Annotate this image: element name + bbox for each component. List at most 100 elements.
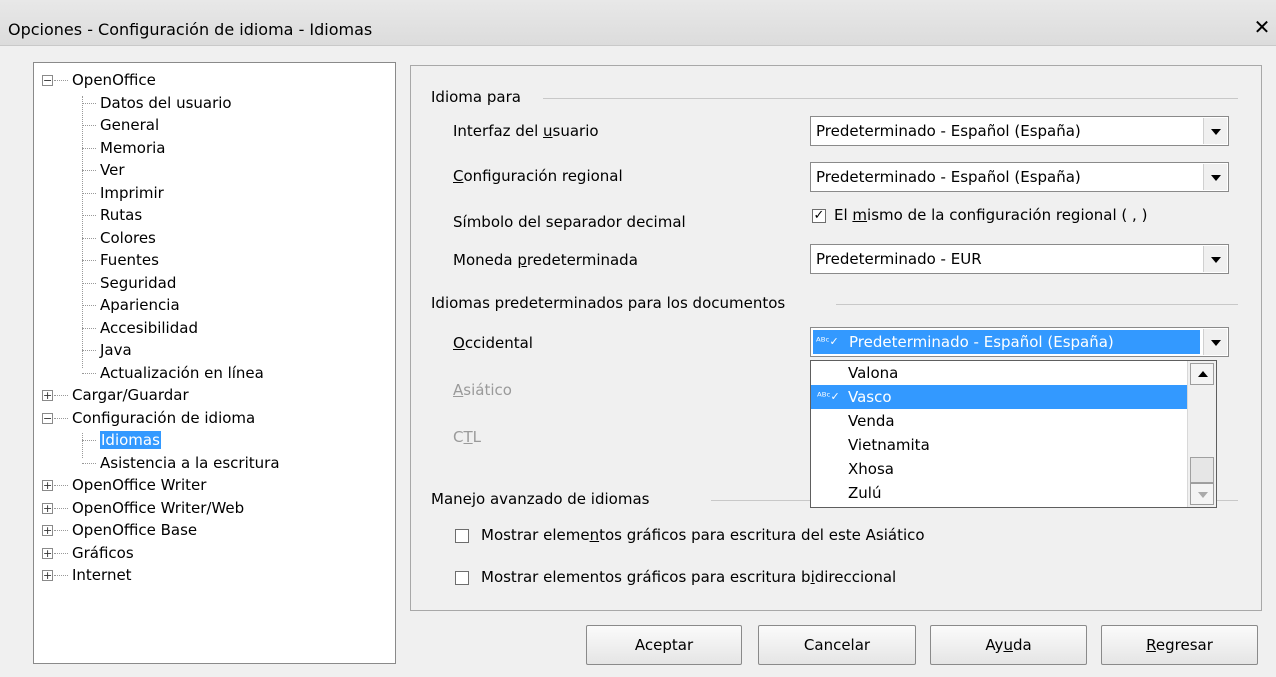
chevron-down-icon[interactable] [1203, 246, 1227, 272]
tree-item[interactable]: Idiomas [100, 429, 161, 451]
ui-language-select[interactable]: Predeterminado - Español (España) [810, 116, 1229, 146]
tree-item[interactable]: Apariencia [100, 294, 180, 316]
tree-item[interactable]: Java [100, 339, 132, 361]
spellcheck-icon: ᴬᴮᶜ✓ [817, 390, 840, 403]
tree-item[interactable]: Asistencia a la escritura [100, 452, 280, 474]
tree-item-label: Datos del usuario [100, 93, 232, 112]
ok-button[interactable]: Aceptar [586, 625, 742, 665]
dropdown-scrollbar[interactable] [1187, 361, 1216, 507]
decimal-same-as-locale-checkbox[interactable]: ✓ [812, 209, 826, 223]
tree-item-label: Idiomas [100, 431, 161, 449]
tree-item-label: Actualización en línea [100, 363, 264, 382]
dropdown-option[interactable]: ᴬᴮᶜ✓ Vasco [811, 385, 1188, 409]
dropdown-option[interactable]: Valona [811, 361, 1188, 385]
tree-item[interactable]: OpenOffice Writer [72, 474, 206, 496]
scroll-thumb[interactable] [1190, 457, 1214, 483]
expand-icon[interactable]: + [42, 480, 53, 491]
western-language-dropdown-list[interactable]: Zulú Xhosa Vietnamita Venda ᴬᴮᶜ✓ Vasco Valona [810, 360, 1217, 508]
expand-icon[interactable]: + [42, 390, 53, 401]
dropdown-option-label: Venda [848, 412, 895, 430]
asian-graphics-checkbox[interactable] [455, 529, 469, 543]
tree-connector [54, 575, 68, 576]
close-button[interactable]: ✕ [1252, 16, 1272, 38]
tree-item-label: Asistencia a la escritura [100, 453, 280, 472]
western-language-select[interactable]: ᴬᴮᶜ✓ Predeterminado - Español (España) [810, 327, 1229, 357]
chevron-down-icon[interactable] [1203, 164, 1227, 190]
chevron-down-icon[interactable] [1203, 118, 1227, 144]
locale-label: Configuración regional [453, 167, 623, 185]
tree-item-label: Colores [100, 228, 156, 247]
scroll-down-button[interactable] [1190, 483, 1214, 505]
tree-item[interactable]: Cargar/Guardar [72, 384, 189, 406]
tree-connector [82, 327, 96, 329]
tree-connector [82, 433, 83, 458]
options-tree: OpenOffice − Datos del usuario General Memor… [33, 62, 396, 664]
tree-item-label: Seguridad [100, 273, 177, 292]
tree-connector [82, 282, 96, 284]
expand-icon[interactable]: + [42, 547, 53, 559]
collapse-icon[interactable]: − [42, 75, 53, 86]
group-divider [836, 304, 1238, 305]
decimal-same-as-locale-label[interactable]: El mismo de la configuración regional ( … [834, 206, 1147, 224]
currency-label: Moneda predeterminada [453, 251, 638, 269]
tree-item-label: Gráficos [72, 543, 134, 562]
help-button[interactable]: Ayuda [930, 625, 1087, 665]
tree-item[interactable]: Configuración de idioma [72, 407, 255, 429]
tree-item-label: OpenOffice Writer/Web [72, 498, 245, 517]
scroll-up-button[interactable] [1190, 363, 1214, 385]
tree-item-label: Rutas [100, 206, 143, 224]
tree-connector [82, 147, 96, 149]
locale-select[interactable]: Predeterminado - Español (España) [810, 162, 1229, 192]
languages-panel: Idioma para Interfaz del usuario Predete… [410, 65, 1262, 611]
tree-item[interactable]: Ver [100, 159, 125, 181]
tree-item-label: Java [100, 341, 132, 359]
tree-item-label: General [100, 116, 160, 134]
tree-item[interactable]: Gráficos [72, 542, 134, 564]
tree-item[interactable]: Rutas [100, 204, 142, 226]
tree-item[interactable]: Memoria [100, 137, 166, 159]
tree-item[interactable]: Seguridad [100, 272, 176, 294]
tree-item[interactable]: OpenOffice [72, 69, 156, 91]
tree-connector [82, 350, 96, 351]
reset-button[interactable]: Regresar [1101, 625, 1258, 665]
tree-connector [54, 485, 68, 486]
dropdown-option-label: Zulú [848, 484, 882, 502]
bidi-graphics-label[interactable]: Mostrar elementos gráficos para escritur… [481, 568, 896, 586]
tree-item-label: Ver [100, 161, 125, 179]
expand-icon[interactable]: + [42, 502, 53, 514]
tree-connector [54, 530, 68, 531]
tree-connector [54, 395, 68, 396]
tree-connector [54, 80, 68, 81]
window-title: Opciones - Configuración de idioma - Idi… [8, 20, 373, 39]
dropdown-option[interactable]: Venda [811, 409, 1188, 433]
tree-connector [82, 237, 96, 239]
cancel-button[interactable]: Cancelar [758, 625, 916, 665]
expand-icon[interactable]: + [42, 570, 53, 581]
tree-connector [54, 417, 68, 419]
tree-item-label: Internet [72, 566, 132, 584]
dropdown-option[interactable]: Xhosa [811, 457, 1188, 481]
tree-item[interactable]: Internet [72, 564, 132, 586]
tree-item[interactable]: General [100, 114, 159, 136]
expand-icon[interactable]: + [42, 525, 53, 536]
tree-item[interactable]: OpenOffice Base [72, 519, 197, 541]
dropdown-option[interactable]: Zulú [811, 481, 1188, 505]
tree-connector [82, 305, 96, 306]
tree-item[interactable]: OpenOffice Writer/Web [72, 497, 244, 519]
ui-language-label: Interfaz del usuario [453, 122, 599, 140]
tree-item-label: OpenOffice [72, 71, 156, 89]
tree-item[interactable]: Accesibilidad [100, 317, 198, 339]
tree-item-label: Imprimir [100, 183, 164, 202]
chevron-down-icon[interactable] [1203, 329, 1227, 355]
group-title-language-for: Idioma para [431, 88, 521, 106]
collapse-icon[interactable]: − [42, 412, 53, 424]
tree-item[interactable]: Actualización en línea [100, 362, 264, 384]
tree-item[interactable]: Imprimir [100, 182, 164, 204]
dropdown-option[interactable]: Vietnamita [811, 433, 1188, 457]
currency-select[interactable]: Predeterminado - EUR [810, 244, 1229, 274]
bidi-graphics-checkbox[interactable] [455, 571, 469, 585]
tree-item[interactable]: Datos del usuario [100, 92, 232, 114]
asian-graphics-label[interactable]: Mostrar elementos gráficos para escritur… [481, 526, 925, 544]
tree-item[interactable]: Fuentes [100, 249, 159, 271]
tree-item[interactable]: Colores [100, 227, 156, 249]
